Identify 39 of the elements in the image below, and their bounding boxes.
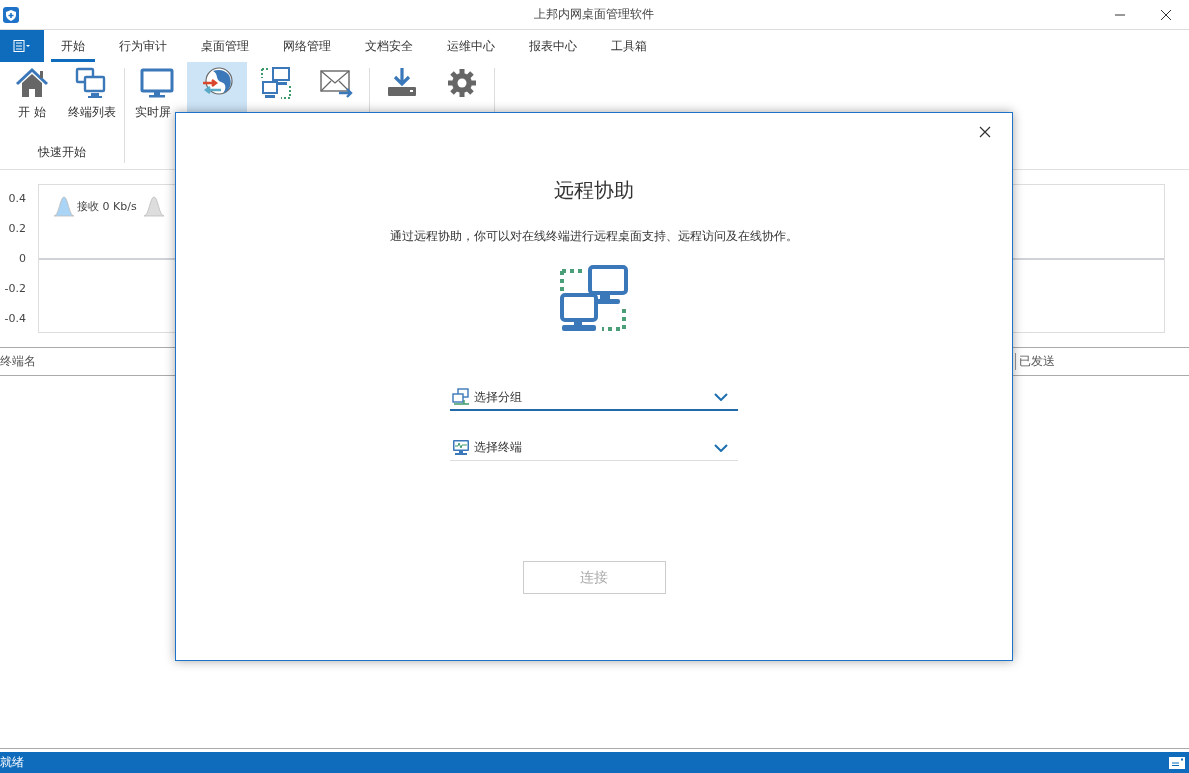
ribbon-tab[interactable]: 工具箱 bbox=[601, 30, 657, 62]
ribbon-button[interactable]: 开 始 bbox=[2, 62, 62, 128]
monitor-icon bbox=[452, 438, 470, 457]
chevron-down-icon bbox=[714, 393, 728, 401]
group-label: 快速开始 bbox=[37, 144, 87, 161]
dialog-title: 远程协助 bbox=[554, 177, 634, 204]
close-icon bbox=[979, 126, 991, 138]
column-header: 终端名 bbox=[0, 353, 36, 370]
legend-label: 接收 0 Kb/s bbox=[77, 198, 137, 214]
select-dropdown[interactable]: 选择分组 bbox=[450, 385, 738, 411]
ribbon-tab[interactable]: 报表中心 bbox=[519, 30, 587, 62]
ribbon-button[interactable]: 实时屏 bbox=[127, 62, 187, 128]
axis-label: 0 bbox=[18, 252, 27, 265]
house-icon bbox=[14, 66, 50, 100]
network-computers-icon bbox=[452, 388, 470, 406]
axis-label: -0.4 bbox=[3, 312, 27, 325]
axis-label: 0.2 bbox=[7, 222, 27, 235]
ribbon-tab[interactable]: 行为审计 bbox=[109, 30, 177, 62]
monitor-icon bbox=[139, 66, 175, 100]
axis-label: 0.4 bbox=[7, 192, 27, 205]
ribbon-tab[interactable]: 运维中心 bbox=[437, 30, 505, 62]
select-dropdown[interactable]: 选择终端 bbox=[450, 435, 738, 461]
ribbon-tab[interactable]: 文档安全 bbox=[355, 30, 423, 62]
close-icon bbox=[1160, 8, 1172, 21]
remote-computers-icon bbox=[560, 265, 628, 333]
window-title: 上邦内网桌面管理软件 bbox=[533, 6, 655, 23]
menu-icon bbox=[13, 40, 31, 52]
ribbon-tab[interactable]: 开始 bbox=[51, 30, 95, 62]
description-text: 通过远程协助，你可以对在线终端进行远程桌面支持、远程访问及在线协作。 bbox=[390, 228, 798, 245]
chevron-down-icon bbox=[714, 443, 728, 452]
ribbon-button[interactable]: 终端列表 bbox=[62, 62, 122, 128]
app-menu-button[interactable] bbox=[0, 30, 44, 62]
column-header: 已发送 bbox=[1015, 353, 1189, 370]
ribbon-tab[interactable]: 桌面管理 bbox=[191, 30, 259, 62]
message-icon bbox=[1169, 756, 1185, 769]
axis-label: -0.2 bbox=[3, 282, 27, 295]
ribbon-tab[interactable]: 网络管理 bbox=[273, 30, 341, 62]
status-text: 就绪 bbox=[0, 754, 24, 771]
app-logo-icon bbox=[2, 5, 20, 24]
